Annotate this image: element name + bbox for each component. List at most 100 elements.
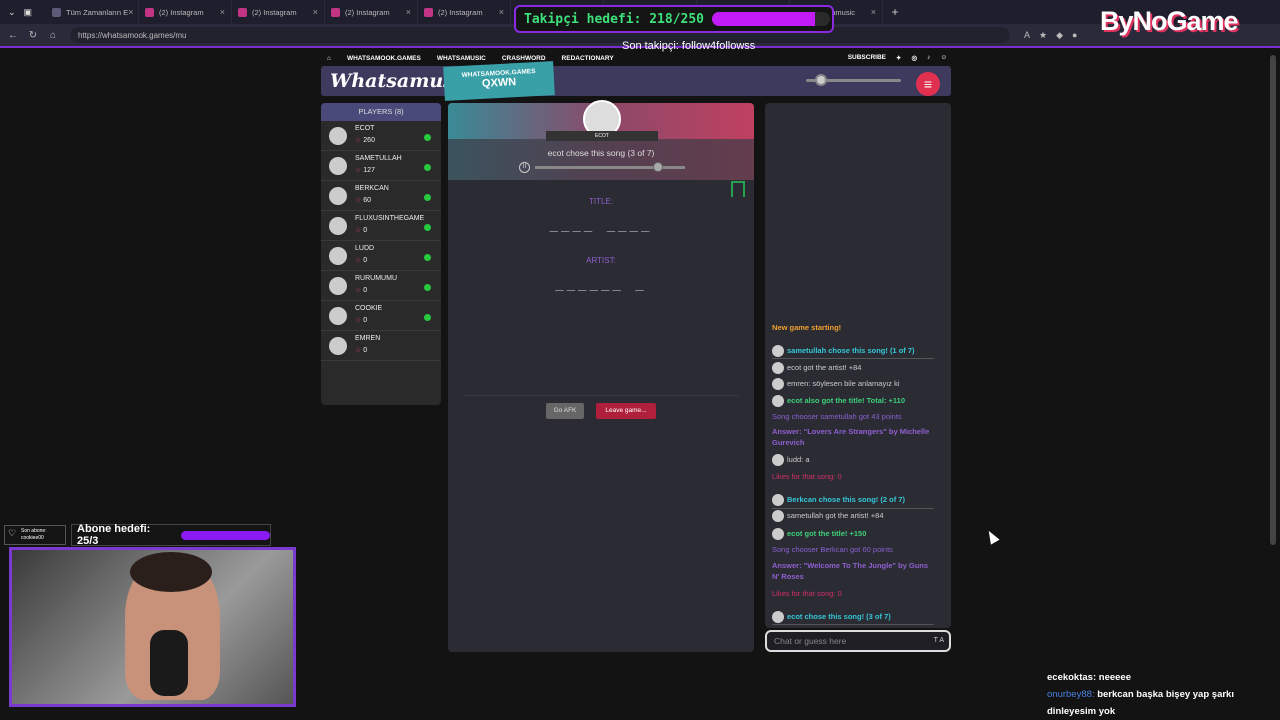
site-nav-link[interactable]: WHATSAMUSIC [437,55,486,62]
chat-message: Berkcan chose this song! (2 of 7) [772,494,937,507]
chat-message-text: ludd: a [787,455,810,464]
follower-goal-fill [712,12,815,26]
like-bookmark-icon[interactable] [731,181,745,197]
chat-input[interactable]: Chat or guess here T A [765,630,951,652]
home-icon[interactable]: ⌂ [46,30,60,41]
chooser-ribbon: ECOT [546,131,658,141]
pause-icon[interactable]: II [519,162,530,173]
avatar [772,510,784,523]
chat-underline [772,624,934,625]
browser-tab[interactable]: (2) Instagram × [325,0,418,24]
go-afk-button[interactable]: Go AFK [546,403,584,419]
bookmark-star-icon[interactable]: ★ [1039,30,1047,41]
twitter-icon[interactable]: ✦ [896,54,901,62]
chat-message-text: ecot chose this song! (3 of 7) [787,612,891,621]
tab-close-icon[interactable]: × [220,7,225,17]
online-status-dot [424,134,431,141]
tab-close-icon[interactable]: × [128,7,133,17]
chat-message: ecot got the title! +150 [772,528,937,541]
mouse-cursor [984,528,1000,545]
volume-slider-knob[interactable] [815,74,827,86]
new-tab-button[interactable]: + [883,5,907,19]
extension-icons: A ★ ◆ ● [1024,30,1077,41]
nav-home-icon[interactable]: ⌂ [327,55,331,62]
chat-message: ecot also got the title! Total: +110 [772,395,937,408]
chat-input-tag: T A [933,637,944,644]
extension-icon[interactable]: ● [1072,30,1077,41]
site-nav-link[interactable]: REDACTIONARY [562,55,614,62]
player-score: ☆ 0 [355,286,367,294]
tab-actions-icon[interactable]: ▣ [24,7,33,18]
site-nav-link[interactable]: CRASHWORD [502,55,546,62]
subscribe-link[interactable]: SUBSCRIBE [848,54,886,62]
site-nav-link[interactable]: WHATSAMOOK.GAMES [347,55,421,62]
avatar [329,247,347,265]
player-score-value: 0 [363,257,368,264]
player-score: ☆ 260 [355,136,375,144]
tab-close-icon[interactable]: × [406,7,411,17]
hamburger-menu-icon[interactable]: ≡ [916,72,940,96]
tab-close-icon[interactable]: × [313,7,318,17]
browser-tab[interactable]: (2) Instagram × [232,0,325,24]
instagram-icon[interactable]: ◎ [911,54,917,62]
shield-icon[interactable]: ◆ [1056,30,1063,41]
page-scrollbar[interactable] [1270,55,1276,545]
player-row: COOKIE ☆ 0 [321,301,441,331]
chat-message-text: New game starting! [772,323,842,332]
browser-tab[interactable]: Tüm Zamanların E× [46,0,139,24]
player-name: LUDD [355,245,375,252]
avatar [772,395,784,408]
back-icon[interactable]: ← [6,30,20,41]
sub-goal-fill [181,530,270,540]
player-name: FLUXUSINTHEGAME [355,215,425,222]
leave-game-button[interactable]: Leave game... [596,403,656,419]
player-score: ☆ 0 [355,256,367,264]
chat-scrollbar[interactable] [943,107,949,627]
tiktok-icon[interactable]: ♪ [927,54,930,62]
avatar [772,611,784,624]
online-status-dot [424,194,431,201]
playback-knob[interactable] [653,162,663,172]
reload-icon[interactable]: ↻ [26,30,40,41]
chat-message-text: Likes for that song: 0 [772,589,842,598]
player-name: SAMETULLAH [355,155,402,162]
streamer-hair [130,552,212,592]
last-sub-label: Son abone: [21,528,47,534]
player-row: RURUMUMU ☆ 0 [321,271,441,301]
heart-icon: ♡ [8,528,17,538]
tab-label: (2) Instagram [252,7,297,17]
chat-message-text: ecot got the artist! +84 [787,363,862,372]
chat-underline [772,358,934,359]
tab-close-icon[interactable]: × [871,7,876,17]
tab-label: (2) Instagram [159,7,204,17]
chat-message: Answer: "Lovers Are Strangers" by Michel… [772,426,937,448]
player-score: ☆ 0 [355,226,367,234]
star-icon: ☆ [355,167,362,174]
chevron-down-icon[interactable]: ⌄ [8,7,16,18]
tab-close-icon[interactable]: × [499,7,504,17]
chat-message-text: sametullah got the artist! +84 [787,511,884,520]
player-name: BERKCAN [355,185,389,192]
artist-blanks: ______ _ [555,275,647,291]
players-panel: PLAYERS (8) ECOT ☆ 260 SAMETULLAH ☆ 127 BERKCA… [321,103,441,405]
chat-message: ecot chose this song! (3 of 7) [772,611,937,624]
tab-favicon-icon [331,7,340,17]
players-list: ECOT ☆ 260 SAMETULLAH ☆ 127 BERKCAN ☆ 60 FLUXUSIN… [321,121,441,361]
player-name: COOKIE [355,305,383,312]
player-score: ☆ 0 [355,316,367,324]
browser-tab[interactable]: (2) Instagram × [418,0,511,24]
avatar [329,307,347,325]
player-score-value: 0 [363,317,368,324]
online-status-dot [424,254,431,261]
star-icon: ☆ [355,197,362,204]
avatar [772,378,784,391]
twitch-chat-message: onurbey88: berkcan başka bişey yap şarkı… [1047,686,1277,720]
discord-icon[interactable]: ☺ [940,54,947,62]
microphone [150,630,188,696]
avatar [329,127,347,145]
translate-icon[interactable]: A [1024,30,1030,41]
chat-message: sametullah chose this song! (1 of 7) [772,345,937,358]
avatar [772,345,784,358]
browser-tab[interactable]: (2) Instagram × [139,0,232,24]
star-icon: ☆ [355,347,362,354]
